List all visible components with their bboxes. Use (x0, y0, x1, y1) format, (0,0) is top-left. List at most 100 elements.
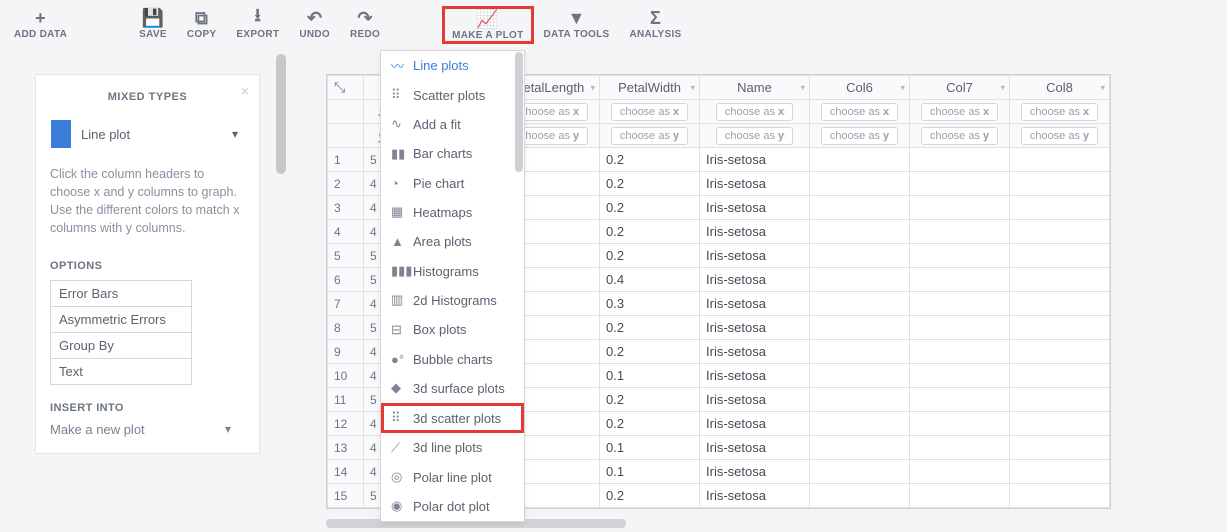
dropdown-scrollbar[interactable] (515, 52, 523, 172)
dropdown-item-bar-charts[interactable]: ▮▮Bar charts (381, 139, 524, 168)
cell-name[interactable]: Iris-setosa (700, 412, 810, 436)
choose-as-x-button[interactable]: choose as x (921, 103, 998, 121)
cell-petalwidth[interactable]: 0.1 (600, 460, 700, 484)
cell-col7[interactable] (910, 340, 1010, 364)
dropdown-item-2d-histograms[interactable]: ▥2d Histograms (381, 286, 524, 315)
cell-petalwidth[interactable]: 0.1 (600, 436, 700, 460)
cell-name[interactable]: Iris-setosa (700, 388, 810, 412)
add-data-button[interactable]: + ADD DATA (4, 6, 77, 42)
cell-col8[interactable] (1010, 172, 1110, 196)
row-number[interactable]: 12 (328, 412, 364, 436)
cell-col6[interactable] (810, 436, 910, 460)
cell-col6[interactable] (810, 316, 910, 340)
cell-col6[interactable] (810, 484, 910, 508)
dropdown-item-heatmaps[interactable]: ▦Heatmaps (381, 198, 524, 227)
cell-petalwidth[interactable]: 0.2 (600, 484, 700, 508)
dropdown-item-polar-dot-plot[interactable]: ◉Polar dot plot (381, 492, 524, 521)
cell-petalwidth[interactable]: 0.1 (600, 364, 700, 388)
dropdown-item-line-plots[interactable]: 〰Line plots (381, 51, 524, 80)
col-header-col7[interactable]: Col7▾ (910, 76, 1010, 100)
cell-col6[interactable] (810, 172, 910, 196)
cell-petalwidth[interactable]: 0.2 (600, 340, 700, 364)
cell-petalwidth[interactable]: 0.2 (600, 196, 700, 220)
cell-name[interactable]: Iris-setosa (700, 316, 810, 340)
cell-col8[interactable] (1010, 388, 1110, 412)
cell-name[interactable]: Iris-setosa (700, 484, 810, 508)
cell-col8[interactable] (1010, 460, 1110, 484)
cell-col8[interactable] (1010, 484, 1110, 508)
corner-expand[interactable]: ⤡ (328, 76, 364, 100)
cell-petalwidth[interactable]: 0.2 (600, 316, 700, 340)
cell-petalwidth[interactable]: 0.3 (600, 292, 700, 316)
cell-col8[interactable] (1010, 292, 1110, 316)
cell-petalwidth[interactable]: 0.2 (600, 172, 700, 196)
cell-name[interactable]: Iris-setosa (700, 292, 810, 316)
dropdown-item-3d-surface-plots[interactable]: ◆3d surface plots (381, 374, 524, 403)
row-number[interactable]: 13 (328, 436, 364, 460)
cell-col7[interactable] (910, 460, 1010, 484)
cell-col8[interactable] (1010, 340, 1110, 364)
option-text[interactable]: Text (50, 358, 192, 385)
dropdown-item-area-plots[interactable]: ▲Area plots (381, 227, 524, 256)
row-number[interactable]: 5 (328, 244, 364, 268)
dropdown-item-3d-line-plots[interactable]: ⟋3d line plots (381, 433, 524, 462)
cell-col7[interactable] (910, 316, 1010, 340)
data-tools-button[interactable]: ▼ DATA TOOLS (534, 6, 620, 42)
row-number[interactable]: 8 (328, 316, 364, 340)
copy-button[interactable]: ⧉ COPY (177, 6, 227, 42)
row-number[interactable]: 7 (328, 292, 364, 316)
dropdown-item-3d-scatter-plots[interactable]: ⠿3d scatter plots (381, 403, 524, 433)
cell-col7[interactable] (910, 292, 1010, 316)
dropdown-item-scatter-plots[interactable]: ⠿Scatter plots (381, 80, 524, 109)
cell-col8[interactable] (1010, 220, 1110, 244)
plot-type-select[interactable]: Line plot ▾ (50, 117, 245, 151)
row-number[interactable]: 14 (328, 460, 364, 484)
cell-col8[interactable] (1010, 196, 1110, 220)
row-number[interactable]: 4 (328, 220, 364, 244)
cell-col7[interactable] (910, 244, 1010, 268)
redo-button[interactable]: ↷ REDO (340, 6, 390, 42)
cell-name[interactable]: Iris-setosa (700, 436, 810, 460)
col-header-col8[interactable]: Col8▾ (1010, 76, 1110, 100)
cell-col6[interactable] (810, 196, 910, 220)
cell-petalwidth[interactable]: 0.2 (600, 148, 700, 172)
row-number[interactable]: 11 (328, 388, 364, 412)
cell-name[interactable]: Iris-setosa (700, 196, 810, 220)
cell-col7[interactable] (910, 412, 1010, 436)
cell-col6[interactable] (810, 364, 910, 388)
cell-name[interactable]: Iris-setosa (700, 268, 810, 292)
cell-col7[interactable] (910, 436, 1010, 460)
choose-as-y-button[interactable]: choose as y (716, 127, 793, 145)
option-error-bars[interactable]: Error Bars (50, 280, 192, 307)
row-number[interactable]: 10 (328, 364, 364, 388)
row-number[interactable]: 9 (328, 340, 364, 364)
dropdown-item-box-plots[interactable]: ⊟Box plots (381, 315, 524, 344)
choose-as-x-button[interactable]: choose as x (821, 103, 898, 121)
cell-petalwidth[interactable]: 0.2 (600, 412, 700, 436)
cell-col6[interactable] (810, 388, 910, 412)
cell-col7[interactable] (910, 484, 1010, 508)
dropdown-item-histograms[interactable]: ▮▮▮Histograms (381, 256, 524, 285)
cell-col6[interactable] (810, 244, 910, 268)
row-number[interactable]: 15 (328, 484, 364, 508)
cell-col7[interactable] (910, 364, 1010, 388)
cell-name[interactable]: Iris-setosa (700, 244, 810, 268)
choose-as-y-button[interactable]: choose as y (611, 127, 688, 145)
save-button[interactable]: 💾 SAVE (129, 6, 177, 42)
dropdown-item-polar-line-plot[interactable]: ◎Polar line plot (381, 462, 524, 491)
cell-col6[interactable] (810, 460, 910, 484)
dropdown-item-pie-chart[interactable]: ◔Pie chart (381, 168, 524, 197)
cell-col8[interactable] (1010, 244, 1110, 268)
cell-name[interactable]: Iris-setosa (700, 340, 810, 364)
cell-col6[interactable] (810, 412, 910, 436)
dropdown-item-bubble-charts[interactable]: ●°Bubble charts (381, 344, 524, 373)
cell-name[interactable]: Iris-setosa (700, 364, 810, 388)
cell-petalwidth[interactable]: 0.2 (600, 388, 700, 412)
cell-col7[interactable] (910, 196, 1010, 220)
cell-name[interactable]: Iris-setosa (700, 460, 810, 484)
row-number[interactable]: 1 (328, 148, 364, 172)
insert-into-select[interactable]: Make a new plot ▾ (50, 422, 245, 437)
row-number[interactable]: 3 (328, 196, 364, 220)
choose-as-y-button[interactable]: choose as y (921, 127, 998, 145)
choose-as-x-button[interactable]: choose as x (1021, 103, 1098, 121)
